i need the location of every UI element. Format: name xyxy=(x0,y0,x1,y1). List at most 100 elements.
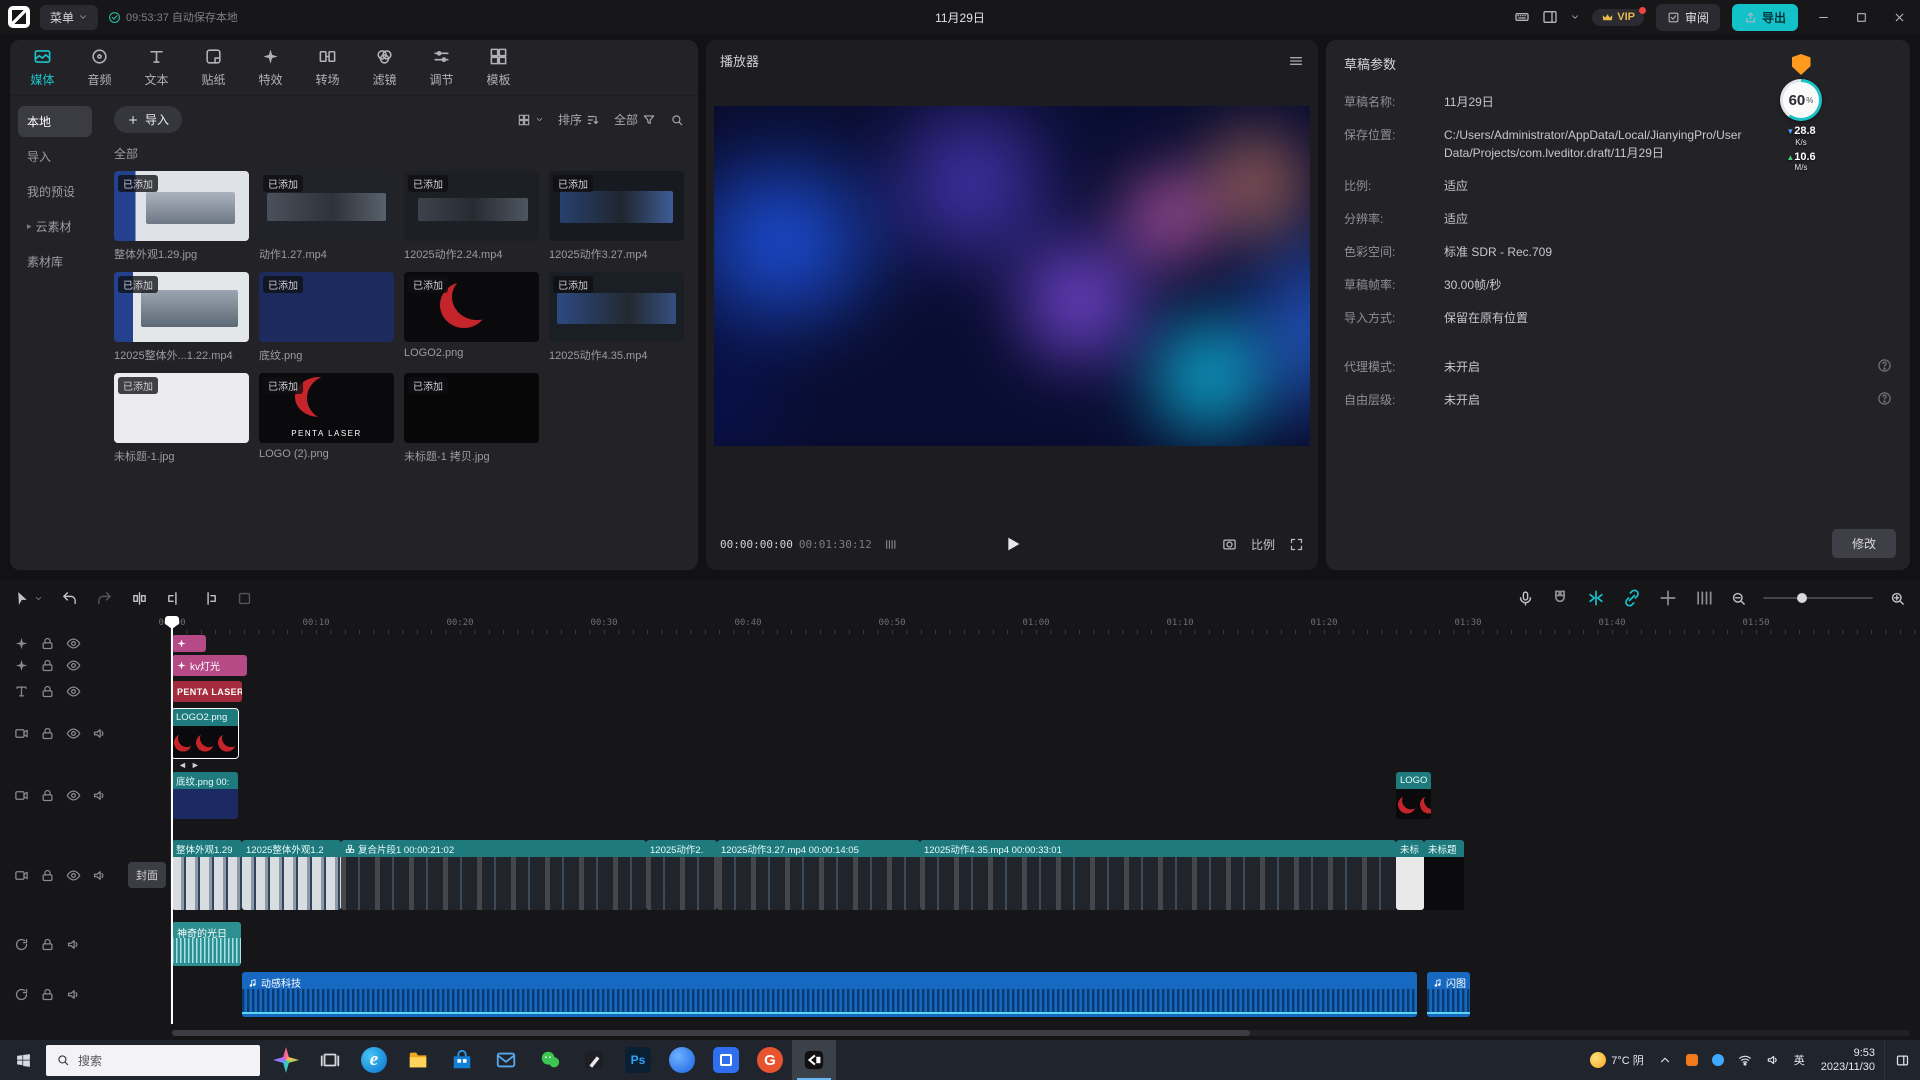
lock-icon[interactable] xyxy=(40,987,55,1002)
eye-icon[interactable] xyxy=(66,658,81,673)
timeline-scrollbar[interactable] xyxy=(172,1030,1910,1036)
file-explorer-taskbar-button[interactable] xyxy=(396,1040,440,1080)
close-button[interactable] xyxy=(1886,4,1912,30)
edge-browser-taskbar-button[interactable]: e xyxy=(352,1040,396,1080)
media-item[interactable]: 已添加12025动作4.35.mp4 xyxy=(549,272,684,363)
eye-icon[interactable] xyxy=(66,636,81,651)
stretch-handles[interactable]: ◄► xyxy=(178,760,204,770)
media-item[interactable]: 已添加12025整体外...1.22.mp4 xyxy=(114,272,249,363)
export-button[interactable]: 导出 xyxy=(1732,4,1798,31)
vip-badge[interactable]: VIP xyxy=(1592,9,1644,26)
video-preview[interactable] xyxy=(714,106,1310,446)
media-item[interactable]: 已添加未标题-1 拷贝.jpg xyxy=(404,373,539,464)
tab-转场[interactable]: 转场 xyxy=(299,47,356,88)
audio-track-icon[interactable] xyxy=(14,987,29,1002)
ratio-button[interactable]: 比例 xyxy=(1251,536,1275,553)
view-mode-button[interactable] xyxy=(517,113,544,127)
tab-特效[interactable]: 特效 xyxy=(242,47,299,88)
audio-track-icon[interactable] xyxy=(14,937,29,952)
trim-right-tool[interactable] xyxy=(201,590,218,607)
playhead[interactable] xyxy=(171,618,173,1024)
blue-app-taskbar-button[interactable] xyxy=(704,1040,748,1080)
timeline-clip[interactable]: 12025整体外观1.2 xyxy=(242,840,341,910)
sparkle-app-taskbar-button[interactable] xyxy=(264,1040,308,1080)
taskbar-clock[interactable]: 9:53 2023/11/30 xyxy=(1812,1046,1884,1075)
media-thumbnail[interactable]: 已添加 xyxy=(404,171,539,241)
effect-track-icon[interactable] xyxy=(14,658,29,673)
mute-icon[interactable] xyxy=(92,868,107,883)
media-thumbnail[interactable]: 已添加 xyxy=(114,373,249,443)
network-tray[interactable] xyxy=(1731,1040,1759,1080)
timeline-clip[interactable]: 复合片段1 00:00:21:02 xyxy=(341,840,646,910)
media-item[interactable]: 已添加12025动作2.24.mp4 xyxy=(404,171,539,262)
import-button[interactable]: 导入 xyxy=(114,106,182,133)
linkage-toggle[interactable] xyxy=(1622,588,1642,608)
undo-button[interactable] xyxy=(61,590,78,607)
main-track-magnet-toggle[interactable] xyxy=(1550,588,1570,608)
mute-icon[interactable] xyxy=(66,937,81,952)
layout-switch-icon[interactable] xyxy=(1542,9,1558,25)
timeline-clip[interactable]: 神奇的光日 xyxy=(172,922,241,966)
taskbar-search[interactable]: 搜索 xyxy=(46,1045,260,1076)
track-height-toggle[interactable] xyxy=(1694,588,1714,608)
tray-app-orange[interactable] xyxy=(1679,1040,1705,1080)
eye-icon[interactable] xyxy=(66,726,81,741)
timeline-clip[interactable]: PENTA LASER xyxy=(172,681,242,702)
select-tool[interactable] xyxy=(14,590,43,607)
lock-icon[interactable] xyxy=(40,868,55,883)
weather-widget[interactable]: 7°C 阴 xyxy=(1583,1040,1651,1080)
media-thumbnail[interactable]: 已添加 xyxy=(259,272,394,342)
tray-app-blue[interactable] xyxy=(1705,1040,1731,1080)
timeline-clip[interactable]: 12025动作2. xyxy=(646,840,717,910)
layout-chevron-icon[interactable] xyxy=(1570,12,1580,22)
zoom-out-button[interactable] xyxy=(1730,590,1747,607)
shortcut-keys-icon[interactable] xyxy=(1514,9,1530,25)
split-tool[interactable] xyxy=(131,590,148,607)
timeline-clip[interactable]: 未标题 xyxy=(1424,840,1464,910)
media-thumbnail[interactable]: 已添加 xyxy=(404,373,539,443)
eye-icon[interactable] xyxy=(66,788,81,803)
time-ruler[interactable]: 00:0000:1000:2000:3000:4000:5001:0001:10… xyxy=(172,616,1920,634)
timeline-clip[interactable]: 动感科技 xyxy=(242,972,1417,1017)
help-icon[interactable] xyxy=(1877,358,1892,373)
help-icon[interactable] xyxy=(1877,391,1892,406)
timeline-clip[interactable]: 整体外观1.29 xyxy=(172,840,242,910)
media-item[interactable]: 已添加LOGO2.png xyxy=(404,272,539,363)
tab-贴纸[interactable]: 贴纸 xyxy=(185,47,242,88)
media-thumbnail[interactable]: 已添加 xyxy=(114,272,249,342)
sidebar-item-我的预设[interactable]: 我的预设 xyxy=(18,176,92,207)
preview-axis-toggle[interactable] xyxy=(1658,588,1678,608)
redo-button[interactable] xyxy=(96,590,113,607)
tab-媒体[interactable]: 媒体 xyxy=(14,47,71,88)
wechat-taskbar-button[interactable] xyxy=(528,1040,572,1080)
zoom-in-button[interactable] xyxy=(1889,590,1906,607)
sidebar-item-素材库[interactable]: 素材库 xyxy=(18,246,92,277)
tab-模板[interactable]: 模板 xyxy=(470,47,527,88)
timeline-clip[interactable]: 底纹.png 00: xyxy=(172,772,238,819)
search-button[interactable] xyxy=(670,113,684,127)
design-tool-taskbar-button[interactable] xyxy=(572,1040,616,1080)
maximize-button[interactable] xyxy=(1848,4,1874,30)
media-item[interactable]: 已添加整体外观1.29.jpg xyxy=(114,171,249,262)
timeline-clip[interactable]: LOGO2.png xyxy=(172,709,238,758)
mute-icon[interactable] xyxy=(66,987,81,1002)
eye-icon[interactable] xyxy=(66,868,81,883)
mute-icon[interactable] xyxy=(92,788,107,803)
media-thumbnail[interactable]: 已添加 xyxy=(259,171,394,241)
modify-button[interactable]: 修改 xyxy=(1832,529,1896,558)
lock-icon[interactable] xyxy=(40,658,55,673)
player-menu-icon[interactable] xyxy=(1288,53,1304,69)
scrollbar-thumb[interactable] xyxy=(172,1030,1250,1036)
tab-滤镜[interactable]: 滤镜 xyxy=(356,47,413,88)
volume-tray[interactable] xyxy=(1759,1040,1787,1080)
review-button[interactable]: 审阅 xyxy=(1656,4,1720,31)
video-track-icon[interactable] xyxy=(14,788,29,803)
frame-capture-icon[interactable] xyxy=(1222,537,1237,552)
sidebar-item-本地[interactable]: 本地 xyxy=(18,106,92,137)
minimize-button[interactable] xyxy=(1810,4,1836,30)
media-item[interactable]: 已添加PENTA LASERLOGO (2).png xyxy=(259,373,394,464)
browser-taskbar-button[interactable] xyxy=(660,1040,704,1080)
media-item[interactable]: 已添加底纹.png xyxy=(259,272,394,363)
app-logo-icon[interactable] xyxy=(8,6,30,28)
media-thumbnail[interactable]: 已添加 xyxy=(549,171,684,241)
